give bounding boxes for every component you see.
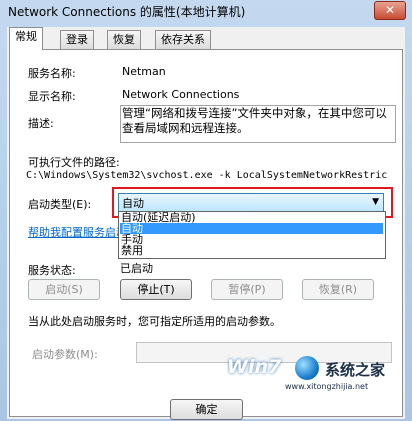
startup-option-auto-delayed[interactable]: 自动(延迟启动) [120, 212, 383, 223]
exe-path-value: C:\Windows\System32\svchost.exe -k Local… [26, 170, 388, 181]
tab-dependencies[interactable]: 依存关系 [155, 30, 211, 49]
chevron-down-icon[interactable]: ▼ [372, 194, 379, 211]
startup-option-auto[interactable]: 自动 [120, 223, 383, 234]
watermark-url-text: www.xitongzhijia.net [285, 382, 369, 391]
properties-dialog: Network Connections 的属性(本地计算机) ✕ 常规 登录 恢… [0, 0, 412, 421]
start-params-label: 启动参数(M): [32, 348, 98, 361]
tab-logon[interactable]: 登录 [60, 30, 94, 49]
close-button[interactable]: ✕ [374, 1, 406, 20]
startup-type-combobox[interactable]: 自动 ▼ [118, 193, 384, 212]
help-configure-link[interactable]: 帮助我配置服务启动 [28, 224, 127, 240]
tab-general[interactable]: 常规 [9, 27, 43, 50]
description-text[interactable]: 管理“网络和拨号连接”文件夹中对象，在其中您可以查看局域网和远程连接。 [120, 105, 396, 143]
display-name-value: Network Connections [122, 88, 240, 101]
tab-recovery[interactable]: 恢复 [107, 30, 141, 49]
watermark-logo-text: Win7 [227, 356, 282, 378]
service-name-value: Netman [122, 65, 166, 78]
startup-option-disabled[interactable]: 禁用 [120, 245, 383, 256]
start-params-hint: 当从此处启动服务时，您可指定所适用的启动参数。 [28, 315, 281, 328]
startup-option-manual[interactable]: 手动 [120, 234, 383, 245]
stop-button[interactable]: 停止(T) [120, 279, 192, 300]
service-name-label: 服务名称: [28, 67, 76, 80]
description-label: 描述: [28, 117, 54, 130]
service-status-label: 服务状态: [28, 264, 76, 277]
window-title: Network Connections 的属性(本地计算机) [8, 5, 246, 19]
exe-path-label: 可执行文件的路径: [28, 156, 120, 169]
watermark-site-text: 系统之家 [325, 361, 386, 379]
service-status-value: 已启动 [120, 262, 153, 275]
ok-button[interactable]: 确定 [170, 399, 243, 420]
pause-button[interactable]: 暂停(P) [211, 279, 283, 300]
globe-icon [295, 356, 319, 380]
startup-type-selected: 自动 [122, 197, 144, 210]
resume-button[interactable]: 恢复(R) [302, 279, 374, 300]
display-name-label: 显示名称: [28, 90, 76, 103]
startup-type-label: 启动类型(E): [28, 198, 92, 211]
site-watermark: Win7 系统之家 www.xitongzhijia.net [225, 352, 405, 402]
start-button[interactable]: 启动(S) [28, 279, 100, 300]
startup-type-dropdown-list: 自动(延迟启动) 自动 手动 禁用 [118, 211, 386, 259]
